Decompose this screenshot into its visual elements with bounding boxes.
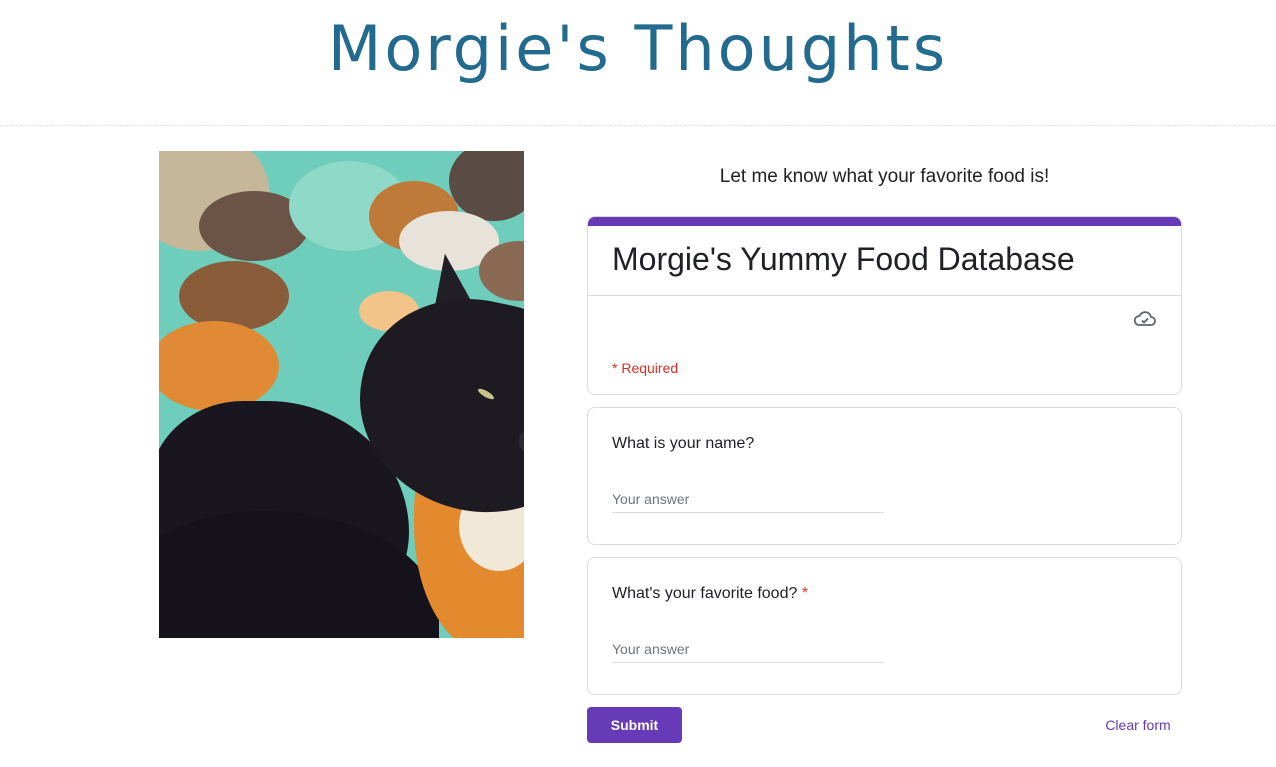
required-asterisk: *: [801, 585, 809, 602]
question-label: What is your name?: [612, 435, 755, 452]
question-label: What's your favorite food? *: [612, 585, 808, 603]
submit-button[interactable]: Submit: [587, 707, 682, 743]
required-note: * Required: [612, 360, 679, 376]
question-card-name: What is your name?: [587, 407, 1182, 545]
clear-form-button[interactable]: Clear form: [1090, 707, 1186, 743]
form-title: Morgie's Yummy Food Database: [612, 241, 1075, 277]
form-header-card: Morgie's Yummy Food Database * Required: [587, 216, 1182, 395]
site-title: Morgie's Thoughts: [327, 12, 949, 85]
name-input[interactable]: [612, 486, 884, 513]
question-text: What's your favorite food?: [612, 585, 798, 602]
form-accent-bar: [588, 217, 1181, 226]
site-header: Morgie's Thoughts: [0, 0, 1276, 126]
cloud-check-icon[interactable]: [1133, 309, 1157, 329]
intro-text: Let me know what your favorite food is!: [719, 166, 1050, 187]
cat-photo: [159, 151, 524, 638]
divider: [588, 295, 1181, 296]
question-card-favorite-food: What's your favorite food? *: [587, 557, 1182, 695]
favorite-food-input[interactable]: [612, 636, 884, 663]
